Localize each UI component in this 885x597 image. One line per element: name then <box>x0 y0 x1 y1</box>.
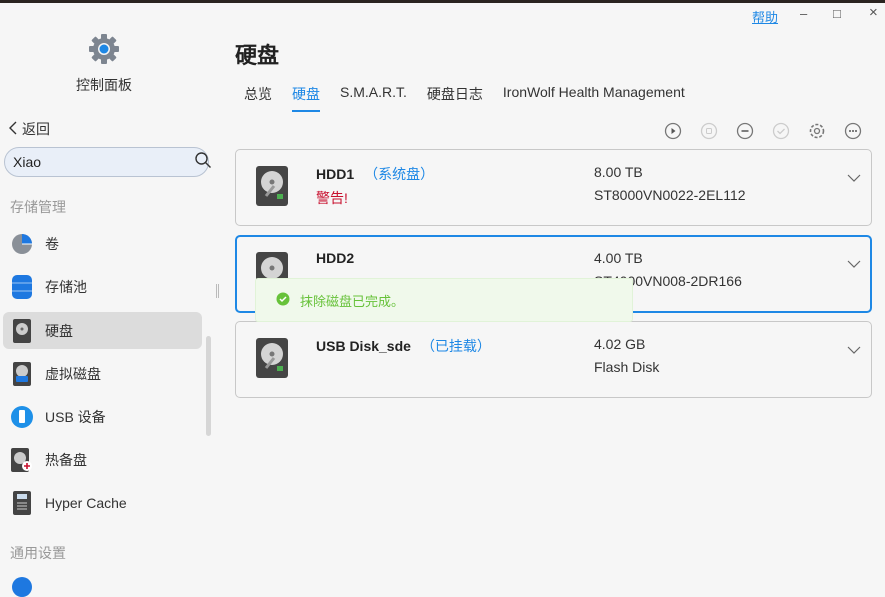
tab-smart[interactable]: S.M.A.R.T. <box>340 84 407 112</box>
stop-icon[interactable] <box>700 122 718 140</box>
hdd-icon <box>256 338 288 383</box>
gear-icon[interactable] <box>808 122 826 140</box>
tab-ironwolf[interactable]: IronWolf Health Management <box>503 84 685 112</box>
disk-tag: （系统盘） <box>364 166 435 182</box>
search-input[interactable] <box>13 154 194 170</box>
close-button[interactable]: × <box>869 4 878 21</box>
tab-overview[interactable]: 总览 <box>244 84 272 112</box>
sidebar-item-volume[interactable]: 卷 <box>3 225 202 262</box>
disk-tag: （已挂载） <box>420 338 491 354</box>
play-icon[interactable] <box>664 122 682 140</box>
more-icon[interactable] <box>844 122 862 140</box>
virtual-disk-icon <box>11 361 33 386</box>
disk-name: USB Disk_sde （已挂载） <box>316 338 491 354</box>
check-icon[interactable] <box>772 122 790 140</box>
sidebar-item-usb[interactable]: USB 设备 <box>3 398 202 435</box>
sidebar-item-label: 热备盘 <box>45 451 87 468</box>
sidebar-item-label: 卷 <box>45 235 59 252</box>
search-box <box>4 147 212 177</box>
back-label: 返回 <box>22 121 50 137</box>
disk-size: 4.02 GB <box>594 336 646 352</box>
tab-hdd-log[interactable]: 硬盘日志 <box>427 84 483 112</box>
sidebar-item-label: 存储池 <box>45 278 87 295</box>
remove-icon[interactable] <box>736 122 754 140</box>
ssd-cache-icon <box>11 490 33 515</box>
disk-name: HDD2 <box>316 250 355 266</box>
disk-size: 8.00 TB <box>594 164 643 180</box>
minimize-button[interactable]: – <box>800 6 807 21</box>
sidebar-item-virtual-disk[interactable]: 虚拟磁盘 <box>3 355 202 392</box>
volume-pie-icon <box>11 232 33 256</box>
sidebar-item-label: Hyper Cache <box>45 494 127 511</box>
search-icon[interactable] <box>194 151 212 174</box>
usb-icon <box>11 405 33 429</box>
page-title: 硬盘 <box>235 43 280 68</box>
general-settings-icon <box>12 577 32 597</box>
disk-card-usb[interactable]: USB Disk_sde （已挂载） 4.02 GB Flash Disk <box>235 321 872 398</box>
disk-card-hdd1[interactable]: HDD1 （系统盘） 警告! 8.00 TB ST8000VN0022-2EL11… <box>235 149 872 226</box>
sidebar-item-hot-spare[interactable]: 热备盘 <box>3 441 202 478</box>
hot-spare-icon <box>11 447 33 472</box>
disk-model: ST8000VN0022-2EL112 <box>594 187 746 203</box>
disk-size: 4.00 TB <box>594 250 643 266</box>
disk-model: Flash Disk <box>594 359 660 375</box>
chevron-down-icon[interactable] <box>847 170 861 188</box>
app-title: 控制面板 <box>76 77 132 93</box>
sidebar-item-label: 虚拟磁盘 <box>45 365 101 382</box>
sidebar-item-label: 硬盘 <box>45 322 73 339</box>
chevron-down-icon[interactable] <box>847 342 861 360</box>
help-link[interactable]: 帮助 <box>752 7 778 26</box>
back-button[interactable]: 返回 <box>8 119 50 139</box>
tab-hdd[interactable]: 硬盘 <box>292 84 320 112</box>
sidebar-item-hdd[interactable]: 硬盘 <box>3 312 202 349</box>
resize-handle[interactable] <box>216 284 219 298</box>
hdd-icon <box>11 318 33 343</box>
hdd-icon <box>256 166 288 211</box>
sidebar-item-hyper-cache[interactable]: Hyper Cache <box>3 484 202 521</box>
disk-name: HDD1 （系统盘） <box>316 166 435 182</box>
toolbar <box>664 122 862 140</box>
section-general: 通用设置 <box>10 545 66 561</box>
tab-bar: 总览 硬盘 S.M.A.R.T. 硬盘日志 IronWolf Health Ma… <box>244 84 685 112</box>
sidebar-scrollbar[interactable] <box>206 336 211 436</box>
gear-icon <box>86 31 122 72</box>
section-storage: 存储管理 <box>10 199 66 215</box>
chevron-left-icon <box>8 121 18 138</box>
sidebar-item-storage-pool[interactable]: 存储池 <box>3 268 202 305</box>
success-toast: 抹除磁盘已完成。 <box>255 278 633 322</box>
sidebar-item-label: USB 设备 <box>45 408 106 425</box>
disk-status: 警告! <box>316 190 348 206</box>
toast-message: 抹除磁盘已完成。 <box>300 293 405 309</box>
storage-pool-icon <box>11 274 33 299</box>
maximize-button[interactable]: □ <box>833 6 841 21</box>
sidebar: 控制面板 返回 存储管理 卷 存储池 硬盘 虚拟磁盘 USB 设备 热备盘 Hy… <box>0 3 215 597</box>
chevron-down-icon[interactable] <box>847 256 861 274</box>
check-circle-icon <box>276 292 290 309</box>
